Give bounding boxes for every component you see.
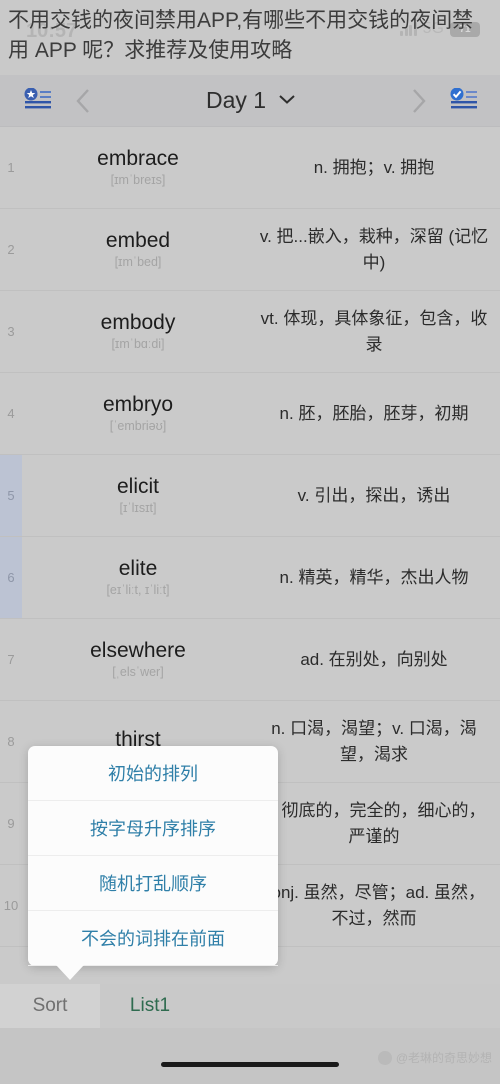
phonetic-text: [ɪmˈbreɪs] <box>110 173 166 188</box>
word-text: elsewhere <box>90 638 186 662</box>
phonetic-text: [ˈembriəʊ] <box>109 419 167 434</box>
word-text: embed <box>105 228 171 252</box>
checked-list-icon[interactable] <box>442 83 486 119</box>
definition-text: vt. 体现，具体象征，包含，收录 <box>260 309 488 354</box>
status-time: 10:57 <box>26 20 78 42</box>
word-text: embrace <box>97 146 179 170</box>
chevron-right-icon <box>413 88 426 113</box>
word-row[interactable]: 2 embed [ɪmˈbed] v. 把...嵌入，栽种，深留 (记忆中) <box>0 209 500 291</box>
row-number: 7 <box>7 652 15 667</box>
phone-screen: 10:57 5G 71 不用交钱的夜间禁用APP,有哪些不用交钱的夜间禁用 AP… <box>0 0 500 1084</box>
navigation-bar: Day 1 <box>0 75 500 127</box>
sort-option[interactable]: 不会的词排在前面 <box>28 911 278 966</box>
word-row[interactable]: 5 elicit [ɪˈlɪsɪt] v. 引出，探出，诱出 <box>0 455 500 537</box>
definition-text: a. 彻底的，完全的，细心的，严谨的 <box>262 801 486 846</box>
phonetic-text: [ɪmˈbɑːdi] <box>111 337 165 352</box>
sort-option[interactable]: 按字母升序排序 <box>28 801 278 856</box>
word-text: embody <box>100 310 176 334</box>
definition-text: n. 胚，胚胎，胚芽，初期 <box>279 403 469 423</box>
definition-text: ad. 在别处，向别处 <box>300 649 448 669</box>
tab-sort[interactable]: Sort <box>0 984 100 1028</box>
word-cell: elsewhere [ˌelsˈwer] <box>22 635 254 684</box>
watermark: @老琳的奇思妙想 <box>377 1049 492 1066</box>
word-text: elite <box>118 556 158 580</box>
word-cell: embed [ɪmˈbed] <box>22 225 254 274</box>
word-cell: embrace [ɪmˈbreɪs] <box>22 143 254 192</box>
status-bar: 10:57 5G 71 <box>0 0 500 52</box>
definition-text: v. 把...嵌入，栽种，深留 (记忆中) <box>259 227 489 272</box>
bottom-tab-bar[interactable]: Sort List1 <box>0 984 500 1028</box>
sort-option[interactable]: 随机打乱顺序 <box>28 856 278 911</box>
page-title: Day 1 <box>205 87 267 113</box>
popup-tail <box>56 965 84 980</box>
word-cell: embody [ɪmˈbɑːdi] <box>22 307 254 356</box>
phonetic-text: [ɪmˈbed] <box>114 255 162 270</box>
word-row[interactable]: 1 embrace [ɪmˈbreɪs] n. 拥抱；v. 拥抱 <box>0 127 500 209</box>
word-text: elicit <box>116 474 159 498</box>
chevron-down-icon[interactable] <box>278 92 296 110</box>
word-cell: embryo [ˈembriəʊ] <box>22 389 254 438</box>
row-number: 2 <box>7 242 15 257</box>
signal-bars-icon <box>400 22 417 36</box>
word-cell: elicit [ɪˈlɪsɪt] <box>22 471 254 520</box>
phonetic-text: [ɪˈlɪsɪt] <box>119 501 157 516</box>
row-number: 10 <box>3 898 19 913</box>
word-row[interactable]: 3 embody [ɪmˈbɑːdi] vt. 体现，具体象征，包含，收录 <box>0 291 500 373</box>
sort-popup-menu[interactable]: 初始的排列 按字母升序排序 随机打乱顺序 不会的词排在前面 <box>28 746 278 980</box>
definition-text: n. 拥抱；v. 拥抱 <box>313 157 435 177</box>
phonetic-text: [eɪˈliːt, ɪˈliːt] <box>106 583 170 598</box>
battery-icon: 71 <box>450 21 480 37</box>
row-number: 4 <box>7 406 15 421</box>
home-indicator-area: @老琳的奇思妙想 <box>0 1028 500 1084</box>
word-row[interactable]: 6 elite [eɪˈliːt, ɪˈliːt] n. 精英，精华，杰出人物 <box>0 537 500 619</box>
row-number: 6 <box>7 570 15 585</box>
word-text: embryo <box>102 392 174 416</box>
next-day-button[interactable] <box>396 78 442 124</box>
word-row[interactable]: 7 elsewhere [ˌelsˈwer] ad. 在别处，向别处 <box>0 619 500 701</box>
starred-list-icon[interactable] <box>16 83 60 119</box>
definition-text: conj. 虽然，尽管；ad. 虽然，不过，然而 <box>263 883 485 928</box>
status-indicators: 5G 71 <box>400 20 480 38</box>
word-row[interactable]: 4 embryo [ˈembriəʊ] n. 胚，胚胎，胚芽，初期 <box>0 373 500 455</box>
definition-text: n. 口渴，渴望；v. 口渴，渴望，渴求 <box>271 719 477 764</box>
definition-text: n. 精英，精华，杰出人物 <box>279 567 469 587</box>
word-cell: elite [eɪˈliːt, ɪˈliːt] <box>22 553 254 602</box>
phonetic-text: [ˌelsˈwer] <box>112 665 164 680</box>
row-number: 8 <box>7 734 15 749</box>
chevron-left-icon <box>76 88 89 113</box>
sort-option[interactable]: 初始的排列 <box>28 746 278 801</box>
tab-list1[interactable]: List1 <box>100 984 200 1028</box>
row-number: 5 <box>7 488 15 503</box>
paw-icon <box>377 1050 392 1065</box>
day-selector[interactable]: Day 1 <box>106 87 396 114</box>
row-number: 1 <box>7 160 15 175</box>
row-number: 3 <box>7 324 15 339</box>
row-number: 9 <box>7 816 15 831</box>
home-indicator[interactable] <box>161 1062 339 1067</box>
watermark-text: @老琳的奇思妙想 <box>395 1051 492 1065</box>
prev-day-button[interactable] <box>60 78 106 124</box>
network-label: 5G <box>422 20 444 37</box>
definition-text: v. 引出，探出，诱出 <box>297 485 451 505</box>
